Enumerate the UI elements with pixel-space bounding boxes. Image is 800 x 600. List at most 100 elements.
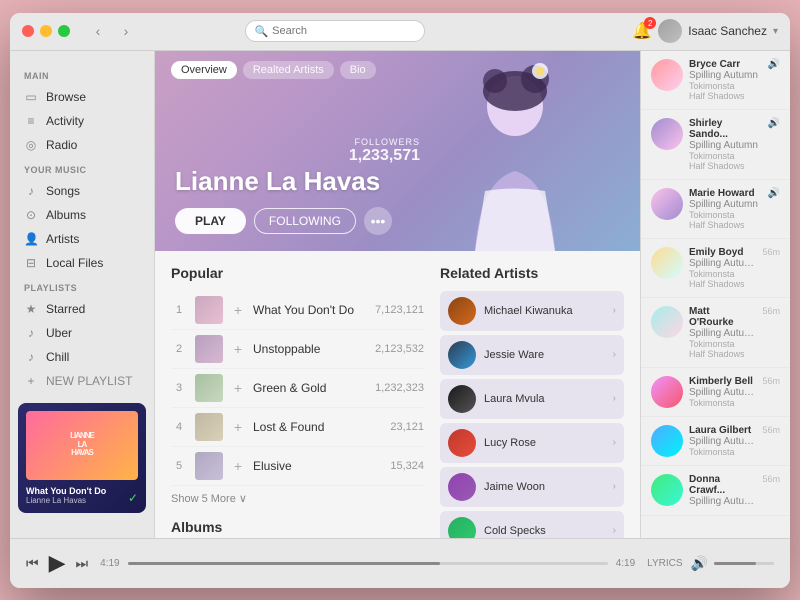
play-button[interactable]: PLAY — [175, 208, 246, 234]
related-artist-name: Michael Kiwanuka — [484, 305, 605, 317]
chevron-right-icon: › — [613, 305, 616, 316]
search-bar: 🔍 — [245, 20, 425, 42]
sidebar-item-radio[interactable]: ◎ Radio — [10, 133, 154, 157]
progress-bar[interactable] — [128, 562, 608, 565]
add-track-icon[interactable]: + — [231, 419, 245, 435]
speaker-icon: 🔊 — [768, 118, 780, 129]
time-total: 4:19 — [616, 558, 635, 569]
sidebar-songs-label: Songs — [46, 184, 80, 198]
sidebar-activity-label: Activity — [46, 114, 84, 128]
sidebar-starred-label: Starred — [46, 302, 85, 316]
sidebar-item-local-files[interactable]: ⊟ Local Files — [10, 251, 154, 275]
sidebar-albums-label: Albums — [46, 208, 86, 222]
followers-info: FOLLOWERS 1,233,571 — [349, 137, 420, 165]
track-plays: 2,123,532 — [375, 343, 424, 355]
related-artist-name: Lucy Rose — [484, 437, 605, 449]
progress-area: 4:19 4:19 — [100, 558, 635, 569]
sidebar-item-browse[interactable]: ▭ Browse — [10, 85, 154, 109]
list-item: Laura Gilbert Spilling Autumn Tokimonsta… — [641, 417, 790, 466]
add-track-icon[interactable]: + — [231, 380, 245, 396]
lyrics-button[interactable]: LYRICS — [647, 558, 682, 569]
playlist-icon: ♪ — [24, 326, 38, 340]
activity-sub: Tokimonsta — [689, 151, 762, 161]
related-artist-item[interactable]: Jessie Ware › — [440, 335, 624, 375]
activity-extra: Half Shadows — [689, 91, 762, 101]
add-track-icon[interactable]: + — [231, 458, 245, 474]
related-artist-item[interactable]: Michael Kiwanuka › — [440, 291, 624, 331]
volume-bar[interactable] — [714, 562, 774, 565]
player-bar: ⏮ ▶ ⏭ 4:19 4:19 LYRICS 🔊 — [10, 538, 790, 588]
tab-bio[interactable]: Bio — [340, 61, 376, 79]
avatar — [651, 474, 683, 506]
fast-forward-button[interactable]: ⏭ — [76, 555, 89, 572]
search-input[interactable] — [272, 25, 416, 37]
related-artists-title: Related Artists — [440, 265, 624, 281]
notification-icon[interactable]: 🔔 2 — [632, 21, 652, 41]
activity-sub: Tokimonsta — [689, 447, 756, 457]
player-controls: ⏮ ▶ ⏭ — [26, 550, 88, 576]
player-right: LYRICS 🔊 — [647, 555, 774, 572]
volume-icon: 🔊 — [691, 555, 708, 572]
sidebar-item-starred[interactable]: ★ Starred — [10, 297, 154, 321]
new-playlist-button[interactable]: + NEW PLAYLIST — [10, 369, 154, 393]
activity-sub: Tokimonsta — [689, 398, 756, 408]
sidebar-item-activity[interactable]: ≡ Activity — [10, 109, 154, 133]
avatar — [651, 425, 683, 457]
activity-extra: Half Shadows — [689, 279, 756, 289]
forward-button[interactable]: › — [114, 21, 138, 41]
related-artist-item[interactable]: Cold Specks › — [440, 511, 624, 538]
close-button[interactable] — [22, 25, 34, 37]
related-artist-item[interactable]: Laura Mvula › — [440, 379, 624, 419]
sidebar-item-artists[interactable]: 👤 Artists — [10, 227, 154, 251]
related-artist-name: Jessie Ware — [484, 349, 605, 361]
related-artist-item[interactable]: Lucy Rose › — [440, 423, 624, 463]
maximize-button[interactable] — [58, 25, 70, 37]
related-artist-name: Jaime Woon — [484, 481, 605, 493]
username-label: Isaac Sanchez — [688, 24, 767, 38]
minimize-button[interactable] — [40, 25, 52, 37]
sidebar-item-albums[interactable]: ⊙ Albums — [10, 203, 154, 227]
track-thumbnail — [195, 413, 223, 441]
activity-sub: Tokimonsta — [689, 339, 756, 349]
avatar — [651, 59, 683, 91]
related-avatar — [448, 473, 476, 501]
related-avatar — [448, 517, 476, 538]
sidebar-item-chill[interactable]: ♪ Chill — [10, 345, 154, 369]
following-button[interactable]: FOLLOWING — [254, 208, 356, 234]
track-plays: 7,123,121 — [375, 304, 424, 316]
related-avatar — [448, 341, 476, 369]
songs-icon: ♪ — [24, 184, 38, 198]
play-pause-button[interactable]: ▶ — [49, 550, 66, 576]
more-button[interactable]: ••• — [364, 207, 392, 235]
track-thumbnail — [195, 296, 223, 324]
activity-info: Laura Gilbert Spilling Autumn Tokimonsta — [689, 425, 756, 457]
activity-song: Spilling Autumn — [689, 199, 762, 210]
table-row: 5 + Elusive 15,324 — [171, 447, 424, 486]
speaker-icon: 🔊 — [768, 188, 780, 199]
rewind-button[interactable]: ⏮ — [26, 555, 39, 572]
avatar — [651, 188, 683, 220]
tab-overview[interactable]: Overview — [171, 61, 237, 79]
browse-icon: ▭ — [24, 90, 38, 104]
avatar — [651, 247, 683, 279]
show-more-button[interactable]: Show 5 More ∨ — [171, 492, 424, 505]
sidebar-item-songs[interactable]: ♪ Songs — [10, 179, 154, 203]
volume-fill — [714, 562, 756, 565]
add-track-icon[interactable]: + — [231, 302, 245, 318]
related-artist-item[interactable]: Jaime Woon › — [440, 467, 624, 507]
activity-name: Kimberly Bell — [689, 376, 756, 387]
speaker-icon: 🔊 — [768, 59, 780, 70]
right-column: Related Artists Michael Kiwanuka › Jessi… — [424, 265, 624, 538]
track-name: Elusive — [253, 459, 382, 473]
back-button[interactable]: ‹ — [86, 21, 110, 41]
activity-extra: Half Shadows — [689, 161, 762, 171]
chevron-down-icon: ▾ — [773, 26, 778, 37]
list-item: Marie Howard Spilling Autumn Tokimonsta … — [641, 180, 790, 239]
add-track-icon[interactable]: + — [231, 341, 245, 357]
user-avatar — [658, 19, 682, 43]
activity-name: Laura Gilbert — [689, 425, 756, 436]
tab-related-artists[interactable]: Realted Artists — [243, 61, 334, 79]
sidebar-item-uber[interactable]: ♪ Uber — [10, 321, 154, 345]
playlists-label: PLAYLISTS — [10, 275, 154, 297]
hero-info: Lianne La Havas PLAY FOLLOWING ••• — [175, 166, 392, 235]
